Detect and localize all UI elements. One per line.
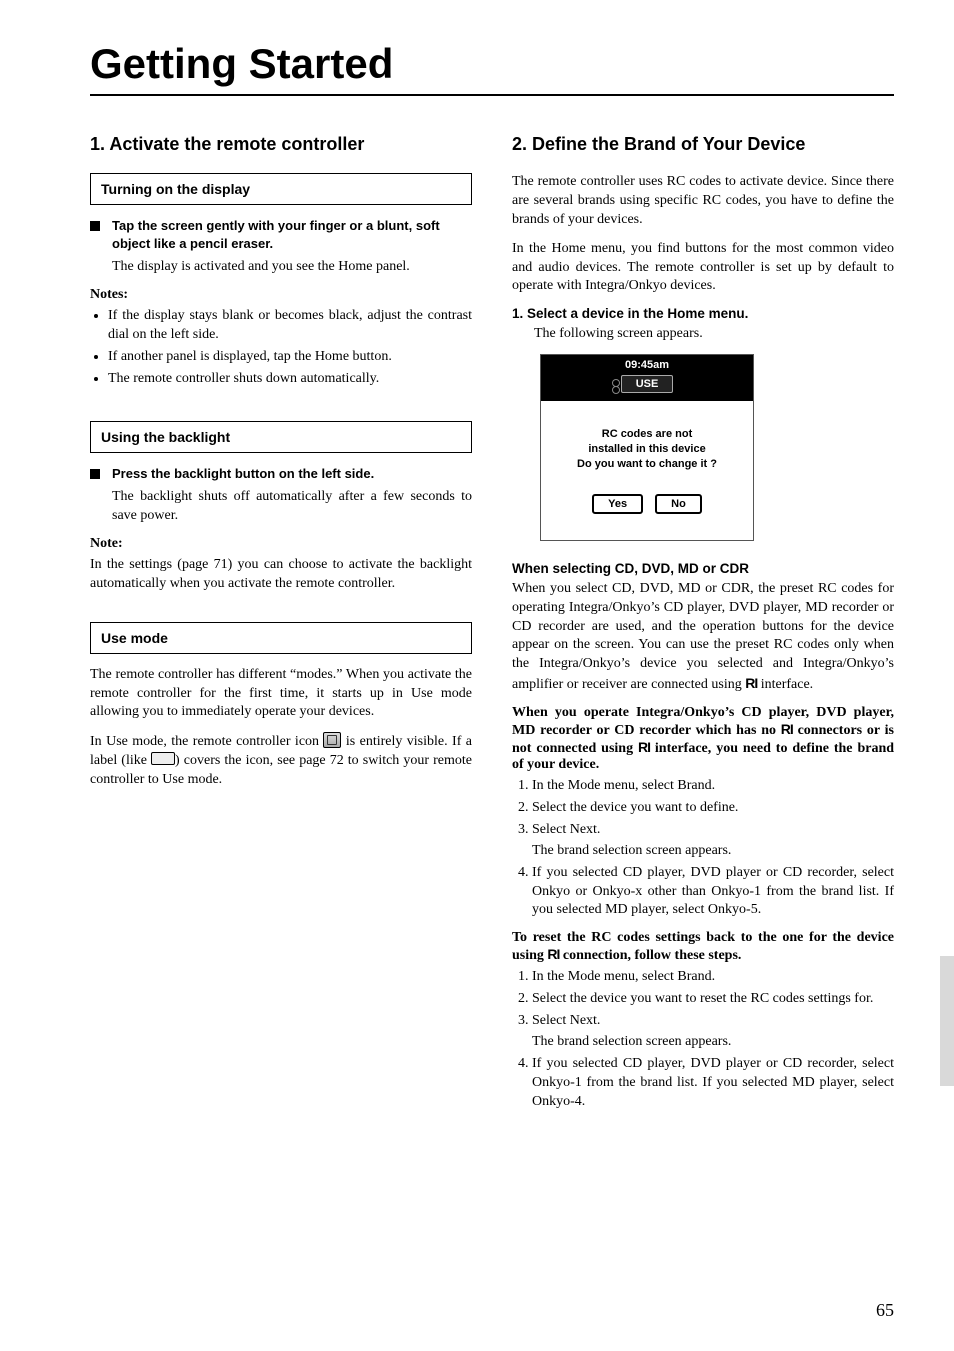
left-column: 1. Activate the remote controller Turnin…: [90, 124, 472, 1122]
tap-instruction-block: Tap the screen gently with your finger o…: [90, 217, 472, 252]
step1-label: 1. Select a device in the Home menu.: [512, 306, 894, 321]
right-column: 2. Define the Brand of Your Device The r…: [512, 124, 894, 1122]
usemode-p1: The remote controller has different “mod…: [90, 666, 472, 723]
backlight-result: The backlight shuts off automatically af…: [112, 488, 472, 526]
page-number: 65: [876, 1300, 894, 1321]
tap-result: The display is activated and you see the…: [112, 258, 472, 277]
section1-heading: 1. Activate the remote controller: [90, 134, 472, 155]
tap-instruction: Tap the screen gently with your finger o…: [112, 217, 472, 252]
reset-step3-sub: The brand selection screen appears.: [532, 1033, 894, 1052]
ri-icon: RI: [638, 739, 650, 755]
box-use-mode: Use mode: [90, 622, 472, 654]
list-item: In the Mode menu, select Brand.: [532, 968, 894, 987]
define-steps: In the Mode menu, select Brand. Select t…: [512, 777, 894, 920]
list-item: In the Mode menu, select Brand.: [532, 777, 894, 796]
no-button[interactable]: No: [655, 494, 702, 514]
note-item: If the display stays blank or becomes bl…: [108, 307, 472, 345]
selecting-heading: When selecting CD, DVD, MD or CDR: [512, 561, 894, 576]
list-item: Select the device you want to define.: [532, 799, 894, 818]
list-item: If you selected CD player, DVD player or…: [532, 1055, 894, 1112]
device-screenshot: 09:45am USE RC codes are not installed i…: [540, 354, 754, 541]
step1-result: The following screen appears.: [534, 325, 894, 344]
intro-p1: The remote controller uses RC codes to a…: [512, 173, 894, 230]
ri-icon: RI: [781, 721, 793, 737]
note-label-single: Note:: [90, 536, 472, 552]
reset-heading-b: connection, follow these steps.: [559, 948, 741, 963]
reset-steps: In the Mode menu, select Brand. Select t…: [512, 968, 894, 1111]
usemode-p2: In Use mode, the remote controller icon …: [90, 732, 472, 790]
screenshot-message: RC codes are not installed in this devic…: [541, 401, 753, 486]
remote-icon: [323, 732, 341, 748]
list-item: If you selected CD player, DVD player or…: [532, 864, 894, 921]
selecting-p1: When you select CD, DVD, MD or CDR, the …: [512, 580, 894, 695]
backlight-instruction-block: Press the backlight button on the left s…: [90, 465, 472, 483]
step3-sub: The brand selection screen appears.: [532, 842, 894, 861]
list-item: Select the device you want to reset the …: [532, 990, 894, 1009]
columns: 1. Activate the remote controller Turnin…: [90, 124, 894, 1122]
screenshot-time: 09:45am: [625, 359, 669, 371]
square-bullet-icon: [90, 469, 100, 479]
screenshot-top: 09:45am USE: [541, 355, 753, 401]
ri-icon: RI: [745, 675, 757, 691]
screenshot-buttons: Yes No: [541, 486, 753, 540]
screenshot-line3: Do you want to change it ?: [551, 457, 743, 472]
label-icon: [151, 752, 175, 765]
box-backlight: Using the backlight: [90, 421, 472, 453]
intro-p2: In the Home menu, you find buttons for t…: [512, 240, 894, 297]
step3-text: Select Next.: [532, 822, 600, 837]
selecting-bold: When you operate Integra/Onkyo’s CD play…: [512, 705, 894, 773]
note-item: If another panel is displayed, tap the H…: [108, 348, 472, 367]
backlight-note: In the settings (page 71) you can choose…: [90, 556, 472, 594]
yes-button[interactable]: Yes: [592, 494, 643, 514]
side-tab: [940, 956, 954, 1086]
ri-icon: RI: [547, 946, 559, 962]
title-rule: [90, 94, 894, 96]
square-bullet-icon: [90, 221, 100, 231]
list-item: Select Next. The brand selection screen …: [532, 1012, 894, 1052]
usemode-p2a: In Use mode, the remote controller icon: [90, 734, 323, 749]
reset-step3-text: Select Next.: [532, 1013, 600, 1028]
screenshot-line1: RC codes are not: [551, 427, 743, 442]
page: Getting Started 1. Activate the remote c…: [0, 0, 954, 1351]
screenshot-line2: installed in this device: [551, 442, 743, 457]
list-item: Select Next. The brand selection screen …: [532, 821, 894, 861]
selecting-p1a: When you select CD, DVD, MD or CDR, the …: [512, 581, 894, 692]
backlight-instruction: Press the backlight button on the left s…: [112, 465, 374, 483]
reset-heading: To reset the RC codes settings back to t…: [512, 930, 894, 964]
screenshot-mode-chip: USE: [621, 375, 674, 393]
page-title: Getting Started: [90, 40, 894, 88]
notes-label: Notes:: [90, 287, 472, 303]
box-turning-on: Turning on the display: [90, 173, 472, 205]
note-item: The remote controller shuts down automat…: [108, 370, 472, 389]
notes-list: If the display stays blank or becomes bl…: [90, 307, 472, 389]
section2-heading: 2. Define the Brand of Your Device: [512, 134, 894, 155]
selecting-p1b: interface.: [757, 677, 813, 692]
